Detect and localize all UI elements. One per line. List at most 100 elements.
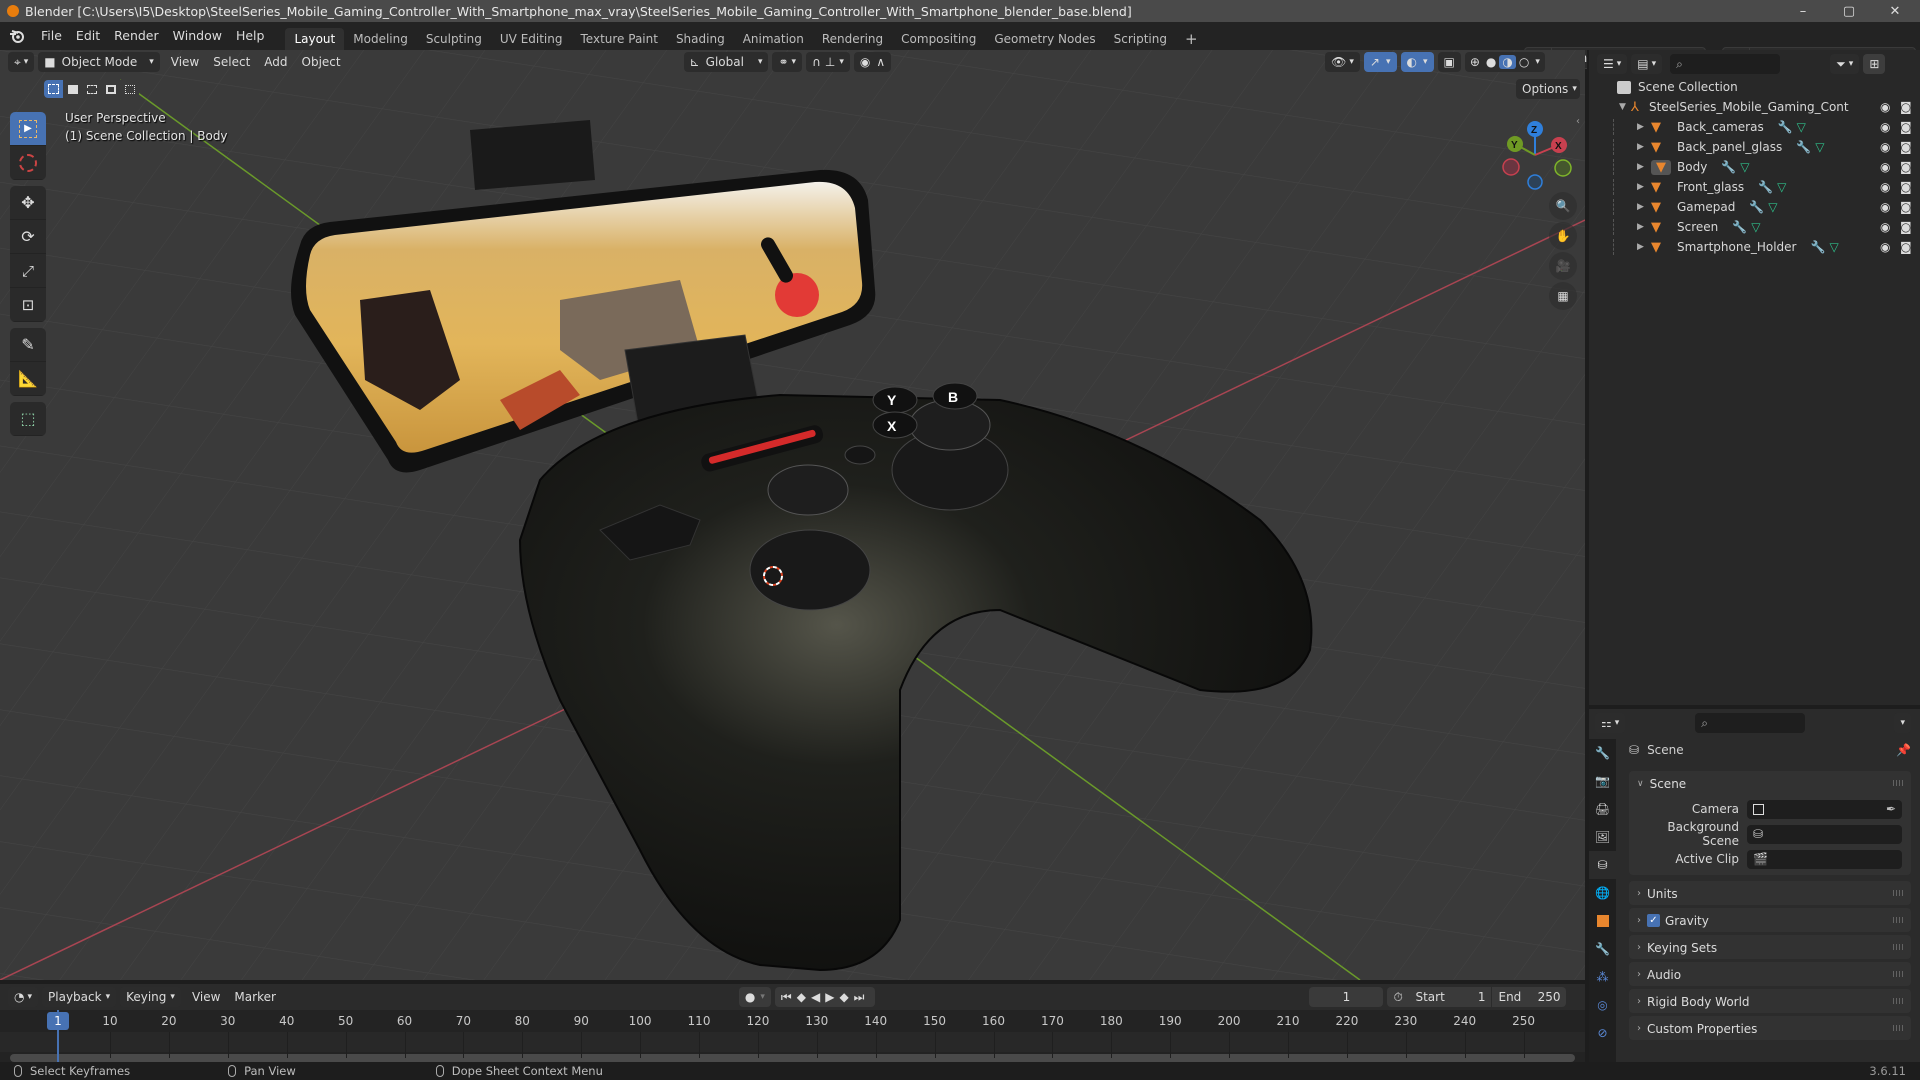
tab-particles[interactable]: ⁂ [1589,963,1616,991]
xray-toggle[interactable]: ▣ [1437,52,1461,72]
menu-render[interactable]: Render [107,22,166,50]
expand-arrow-icon[interactable]: ▶ [1637,122,1651,132]
select-box-tool[interactable]: ▶ [10,112,46,146]
outliner-search-input[interactable]: ⌕ [1670,54,1781,74]
sidebar-toggle-icon[interactable]: ‹ [1576,116,1580,127]
close-button[interactable]: ✕ [1872,0,1918,22]
jump-start-icon[interactable]: ⏮ [781,990,797,1005]
expand-arrow-icon[interactable]: ▶ [1637,222,1651,232]
menu-object[interactable]: Object [295,55,348,69]
select-new-icon[interactable] [44,80,63,98]
properties-search-input[interactable]: ⌕ [1695,713,1806,733]
timeline-editor-type[interactable]: ◔ ▾ [8,987,39,1007]
outliner-editor-type[interactable]: ☰ ▾ [1597,54,1628,74]
tab-layout[interactable]: Layout [285,28,345,50]
keying-menu[interactable]: Keying ▾ [120,987,181,1007]
playhead-frame-label[interactable]: 1 [47,1012,69,1030]
marker-menu[interactable]: Marker [227,990,282,1004]
menu-file[interactable]: File [34,22,69,50]
options-button[interactable]: Options ▾ [1516,79,1580,99]
mesh-data-icon[interactable]: ▽ [1829,240,1838,254]
modifier-wrench-icon[interactable]: 🔧 [1778,120,1793,134]
menu-help[interactable]: Help [229,22,272,50]
playback-menu[interactable]: Playback ▾ [42,987,117,1007]
wireframe-shading-icon[interactable]: ⊕ [1467,55,1483,69]
panel-audio[interactable]: › Audio [1629,962,1911,986]
jump-end-icon[interactable]: ⏭ [854,990,870,1005]
gizmo-neg-x-axis[interactable] [1502,158,1520,176]
editor-type-button[interactable]: ⌖ ▾ [8,52,35,72]
snap-toggle[interactable]: ∩ ⊥ ▾ [806,52,850,72]
filter-button[interactable]: ⏷ ▾ [1830,54,1860,74]
select-extend-icon[interactable] [63,80,82,98]
render-camera-icon[interactable]: ◙ [1900,180,1912,194]
camera-view-button[interactable]: 🎥 [1549,252,1577,280]
tab-tool[interactable]: 🔧 [1589,739,1616,767]
outliner-scene-collection[interactable]: Scene Collection [1589,77,1920,97]
play-icon[interactable]: ▶ [825,990,839,1004]
properties-options-button[interactable]: ▾ [1894,713,1911,733]
modifier-wrench-icon[interactable]: 🔧 [1721,160,1736,174]
mesh-data-icon[interactable]: ▽ [1815,140,1824,154]
tab-render[interactable]: 📷 [1589,767,1616,795]
blender-menu-icon[interactable] [0,29,34,43]
collapse-arrow-icon[interactable]: ▼ [1619,102,1631,112]
visibility-selector[interactable]: 👁 ▾ [1325,52,1360,72]
tab-animation[interactable]: Animation [734,28,813,50]
drag-handle-icon[interactable] [1893,971,1903,977]
tab-output[interactable]: 🖨 [1589,795,1616,823]
scale-tool[interactable]: ⤢ [10,254,46,288]
panel-gravity[interactable]: › ✓ Gravity [1629,908,1911,932]
mesh-data-icon[interactable]: ▽ [1768,200,1777,214]
next-keyframe-icon[interactable]: ◆ [839,990,853,1004]
tab-geometry-nodes[interactable]: Geometry Nodes [985,28,1104,50]
select-intersect-icon[interactable] [120,80,139,98]
visibility-eye-icon[interactable]: ◉ [1880,160,1890,174]
modifier-wrench-icon[interactable]: 🔧 [1749,200,1764,214]
properties-editor-type[interactable]: ⚏ ▾ [1595,713,1626,733]
visibility-eye-icon[interactable]: ◉ [1880,120,1890,134]
start-frame-field[interactable]: Start 1 [1409,987,1492,1007]
outliner-collection-row[interactable]: ▼ ⅄ SteelSeries_Mobile_Gaming_Controller… [1589,97,1920,117]
tab-texture-paint[interactable]: Texture Paint [572,28,667,50]
drag-handle-icon[interactable] [1893,890,1903,896]
transform-tool[interactable]: ⊡ [10,288,46,322]
menu-view[interactable]: View [164,55,206,69]
play-reverse-icon[interactable]: ◀ [811,990,825,1004]
drag-handle-icon[interactable] [1893,944,1903,950]
timeline-scrollbar[interactable] [10,1054,1575,1062]
display-mode-button[interactable]: ▤ ▾ [1631,54,1663,74]
render-camera-icon[interactable]: ◙ [1900,240,1912,254]
navigation-gizmo[interactable]: Z Y X [1495,115,1575,190]
drag-handle-icon[interactable] [1893,780,1903,786]
outliner-object-row[interactable]: ▶ ▼ Back_cameras 🔧 ▽ ◉ ◙ [1589,117,1920,137]
visibility-eye-icon[interactable]: ◉ [1880,180,1890,194]
modifier-wrench-icon[interactable]: 🔧 [1810,240,1825,254]
pan-view-button[interactable]: ✋ [1549,222,1577,250]
menu-window[interactable]: Window [166,22,229,50]
frame-ruler[interactable]: 10 20 30 40 50 60 70 80 90 100 110 120 130 140 150 160 1… [0,1010,1585,1032]
move-tool[interactable]: ✥ [10,186,46,220]
tab-modeling[interactable]: Modeling [344,28,417,50]
render-camera-icon[interactable]: ◙ [1900,120,1912,134]
end-frame-field[interactable]: End 250 [1492,987,1567,1007]
tab-scripting[interactable]: Scripting [1105,28,1176,50]
add-cube-tool[interactable]: ⬚ [10,402,46,436]
gizmo-toggle[interactable]: ↗ ▾ [1363,52,1397,72]
transform-orientation-selector[interactable]: ⊾ Global ▾ [683,52,769,72]
expand-arrow-icon[interactable]: ▶ [1637,202,1651,212]
auto-keying-toggle[interactable]: ● ▾ [738,987,771,1007]
outliner-object-row[interactable]: ▶ ▼ Front_glass 🔧 ▽ ◉ ◙ [1589,177,1920,197]
select-subtract-icon[interactable] [82,80,101,98]
tab-scene[interactable]: ⛁ [1589,851,1616,879]
outliner-object-row[interactable]: ▶ ▼ Screen 🔧 ▽ ◉ ◙ [1589,217,1920,237]
tab-physics[interactable]: ◎ [1589,991,1616,1019]
expand-arrow-icon[interactable]: ▶ [1637,142,1651,152]
new-collection-button[interactable]: ⊞ [1863,54,1886,74]
panel-keying-sets[interactable]: › Keying Sets [1629,935,1911,959]
expand-arrow-icon[interactable]: ▶ [1637,242,1651,252]
background-scene-field[interactable]: ⛁ [1747,824,1902,844]
visibility-eye-icon[interactable]: ◉ [1880,140,1890,154]
panel-custom-properties[interactable]: › Custom Properties [1629,1016,1911,1040]
menu-edit[interactable]: Edit [69,22,107,50]
